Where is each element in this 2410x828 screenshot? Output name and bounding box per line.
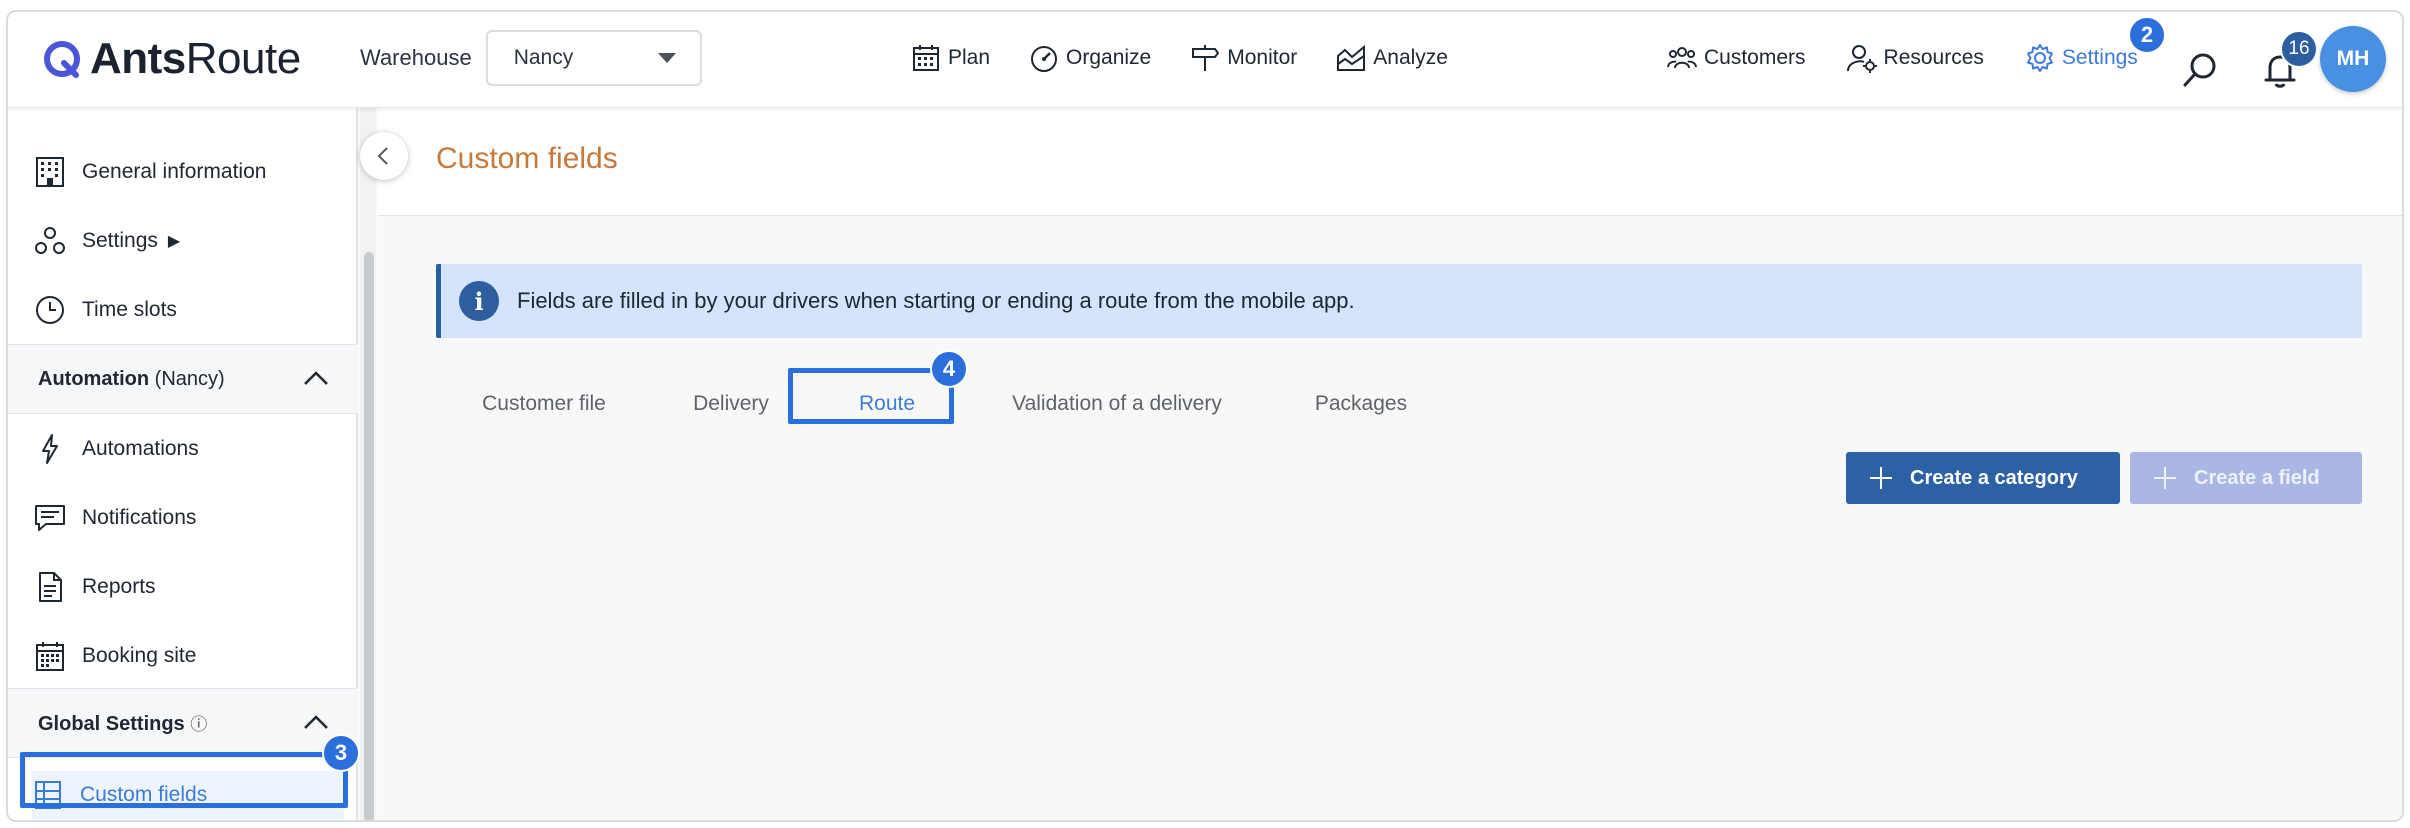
nav-analyze[interactable]: Analyze — [1335, 38, 1448, 78]
gauge-icon — [1031, 46, 1058, 72]
section-title: Global Settings ⓘ — [38, 713, 208, 735]
user-gear-icon — [1846, 45, 1877, 73]
sidebar-item-settings[interactable]: Settings ▶ — [34, 217, 180, 265]
sidebar-item-label: Custom fields — [80, 783, 208, 806]
warehouse-selector: Warehouse Nancy — [360, 30, 702, 86]
section-title: Automation (Nancy) — [38, 367, 225, 390]
sidebar-item-time-slots[interactable]: Time slots — [34, 286, 177, 334]
user-avatar[interactable]: MH — [2320, 26, 2386, 92]
sidebar-item-reports[interactable]: Reports — [34, 563, 156, 611]
create-field-button[interactable]: Create a field — [2130, 452, 2362, 504]
sidebar-section-automation[interactable]: Automation (Nancy) — [8, 344, 358, 414]
gear-icon — [2026, 44, 2053, 72]
signpost-icon — [1192, 45, 1220, 71]
building-icon — [36, 157, 64, 187]
table-icon — [35, 781, 61, 809]
nav-plan-label: Plan — [948, 46, 991, 69]
nav-plan[interactable]: Plan — [910, 38, 990, 78]
nav-analyze-label: Analyze — [1373, 46, 1448, 69]
chevron-down-icon — [657, 53, 676, 63]
sidebar-item-automations[interactable]: Automations — [34, 425, 199, 473]
lightning-icon — [42, 434, 58, 464]
nav-organize-label: Organize — [1066, 46, 1152, 69]
info-banner: i Fields are filled in by your drivers w… — [436, 264, 2362, 338]
sidebar-item-custom-fields[interactable]: Custom fields — [32, 771, 344, 819]
submenu-arrow-icon: ▶ — [167, 233, 181, 250]
tab-delivery[interactable]: Delivery — [656, 376, 806, 432]
custom-fields-step-badge: 3 — [322, 734, 360, 772]
nav-customers-label: Customers — [1704, 46, 1806, 69]
calendar-icon — [913, 45, 939, 71]
logo-icon — [44, 41, 80, 78]
page-header: Custom fields — [378, 108, 2402, 216]
nav-settings[interactable]: Settings — [2024, 38, 2138, 78]
nav-organize[interactable]: Organize — [1028, 38, 1151, 78]
sidebar-item-label: Booking site — [82, 644, 197, 667]
app-window: AntsRoute Warehouse Nancy Plan Organize … — [6, 10, 2404, 822]
chevron-up-icon — [304, 371, 328, 385]
calendar-grid-icon — [36, 642, 64, 671]
create-field-label: Create a field — [2194, 466, 2320, 489]
warehouse-label: Warehouse — [360, 45, 472, 70]
main-nav: Plan Organize Monitor Analyze — [910, 38, 1448, 78]
search-button[interactable] — [2180, 50, 2220, 90]
sidebar-item-label: Automations — [82, 437, 199, 460]
plus-icon — [2154, 467, 2176, 489]
settings-step-badge: 2 — [2128, 16, 2166, 54]
sidebar-item-label: Time slots — [82, 298, 177, 321]
antsroute-logo[interactable]: AntsRoute — [42, 36, 301, 82]
sidebar-item-label: Notifications — [82, 506, 197, 529]
sidebar-item-general-information[interactable]: General information — [34, 148, 266, 196]
message-icon — [35, 505, 65, 531]
nav-monitor-label: Monitor — [1227, 46, 1298, 69]
sidebar-item-label: Settings — [82, 229, 158, 252]
warehouse-dropdown[interactable]: Nancy — [485, 30, 702, 86]
route-tab-step-badge: 4 — [930, 350, 968, 388]
page-title: Custom fields — [436, 142, 618, 175]
document-icon — [39, 572, 62, 602]
nav-monitor[interactable]: Monitor — [1189, 38, 1297, 78]
sidebar-item-notifications[interactable]: Notifications — [34, 494, 196, 542]
info-icon: i — [459, 281, 499, 321]
tab-validation-of-a-delivery[interactable]: Validation of a delivery — [980, 376, 1254, 432]
nav-resources[interactable]: Resources — [1846, 38, 1984, 78]
chevron-up-icon — [304, 715, 328, 729]
main-content: Custom fields i Fields are filled in by … — [378, 108, 2402, 820]
sidebar-item-label: Reports — [82, 575, 156, 598]
logo-text: AntsRoute — [90, 34, 301, 83]
sidebar-scrollbar-thumb[interactable] — [364, 252, 374, 820]
sidebar-item-booking-site[interactable]: Booking site — [34, 632, 196, 680]
info-text: Fields are filled in by your drivers whe… — [517, 288, 1355, 313]
create-category-label: Create a category — [1910, 466, 2078, 489]
sidebar-item-label: General information — [82, 160, 267, 183]
nav-customers[interactable]: Customers — [1666, 38, 1806, 78]
nav-settings-label: Settings — [2061, 46, 2138, 69]
chevron-left-icon — [377, 147, 388, 165]
tab-packages[interactable]: Packages — [1286, 376, 1436, 432]
sidebar-section-global-settings[interactable]: Global Settings ⓘ — [8, 688, 358, 758]
users-icon — [1667, 47, 1697, 69]
chart-icon — [1337, 44, 1366, 71]
notification-count-badge: 16 — [2280, 30, 2318, 68]
info-icon: ⓘ — [190, 715, 208, 734]
clock-icon — [36, 296, 64, 324]
plus-icon — [1870, 467, 1892, 489]
secondary-nav: Customers Resources Settings — [1666, 38, 2138, 78]
search-icon — [2183, 53, 2216, 87]
create-category-button[interactable]: Create a category — [1846, 452, 2120, 504]
nav-resources-label: Resources — [1883, 46, 1984, 69]
sidebar: General information Settings ▶ Time slot… — [8, 108, 358, 820]
tab-customer-file[interactable]: Customer file — [464, 376, 624, 432]
collapse-sidebar-button[interactable] — [360, 132, 408, 180]
settings-cluster-icon — [35, 227, 65, 254]
top-bar: AntsRoute Warehouse Nancy Plan Organize … — [8, 12, 2402, 108]
warehouse-value: Nancy — [513, 46, 574, 69]
